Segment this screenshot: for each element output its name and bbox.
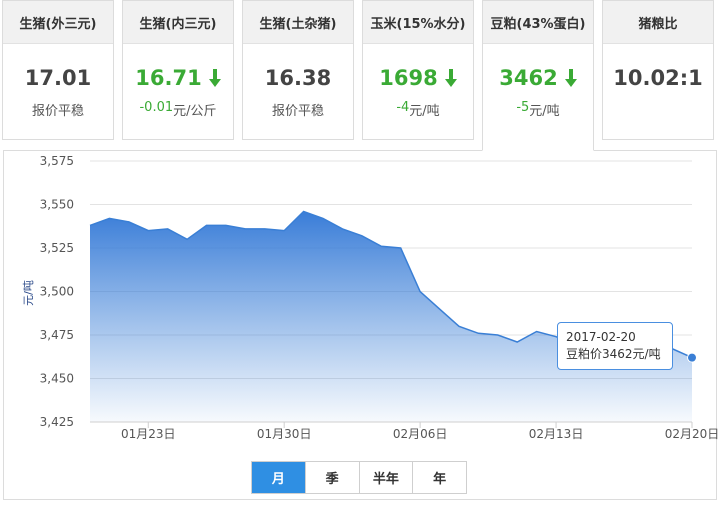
y-axis-label: 元/吨 xyxy=(22,280,35,306)
x-tick-label: 01月30日 xyxy=(257,427,312,441)
tooltip-value: 豆粕价3462元/吨 xyxy=(566,347,661,361)
y-tick-label: 3,475 xyxy=(40,328,74,342)
card-value: 3462 xyxy=(483,64,593,92)
x-tick-label: 02月13日 xyxy=(529,427,584,441)
card-subtext: -5 元/吨 xyxy=(516,100,560,119)
card-title: 豆粕(43%蛋白) xyxy=(483,1,593,44)
range-quarter-button[interactable]: 季 xyxy=(304,462,359,493)
card-soybean-meal[interactable]: 豆粕(43%蛋白) 3462 -5 元/吨 xyxy=(482,0,594,151)
points xyxy=(687,352,697,363)
range-halfyear-button[interactable]: 半年 xyxy=(358,462,413,493)
card-value: 16.71 xyxy=(123,64,233,92)
card-title: 生猪(外三元) xyxy=(3,1,113,44)
y-tick-label: 3,525 xyxy=(40,241,74,255)
card-subtext: -4 元/吨 xyxy=(396,100,440,119)
card-value: 17.01 xyxy=(24,66,92,90)
y-tick-label: 3,500 xyxy=(40,285,74,299)
card-pig-foreign[interactable]: 生猪(外三元) 17.01 报价平稳 xyxy=(2,0,114,140)
card-pig-grain-ratio[interactable]: 猪粮比 10.02:1 xyxy=(602,0,714,140)
range-month-button[interactable]: 月 xyxy=(252,462,305,493)
card-subtext: 报价平稳 xyxy=(271,104,324,119)
card-value: 10.02:1 xyxy=(613,66,703,90)
card-title: 生猪(内三元) xyxy=(123,1,233,44)
y-tick-label: 3,425 xyxy=(40,415,74,429)
y-tick-label: 3,575 xyxy=(40,154,74,168)
series-area xyxy=(89,210,693,422)
card-subtext: 报价平稳 xyxy=(31,104,84,119)
series-area-fill xyxy=(90,211,692,422)
card-title: 猪粮比 xyxy=(603,1,713,44)
y-tick-label: 3,450 xyxy=(40,372,74,386)
card-corn[interactable]: 玉米(15%水分) 1698 -4 元/吨 xyxy=(362,0,474,140)
card-pig-native[interactable]: 生猪(土杂猪) 16.38 报价平稳 xyxy=(242,0,354,140)
y-axis: 3,575 3,550 3,525 3,500 3,475 3,450 3,425 xyxy=(40,154,74,429)
y-tick-label: 3,550 xyxy=(40,198,74,212)
down-arrow-icon xyxy=(208,69,221,87)
x-tick-label: 02月20日 xyxy=(665,427,718,441)
x-tick-label: 02月06日 xyxy=(393,427,448,441)
card-pig-domestic[interactable]: 生猪(内三元) 16.71 -0.01 元/公斤 xyxy=(122,0,234,140)
card-value: 16.38 xyxy=(264,66,332,90)
range-year-button[interactable]: 年 xyxy=(412,462,466,493)
card-value: 1698 xyxy=(363,64,473,92)
card-title: 玉米(15%水分) xyxy=(363,1,473,44)
card-subtext: -0.01 元/公斤 xyxy=(139,100,217,119)
x-tick-label: 01月23日 xyxy=(121,427,176,441)
chart-tooltip: 2017-02-20 豆粕价3462元/吨 xyxy=(557,322,673,370)
highlight-point[interactable] xyxy=(687,352,697,363)
down-arrow-icon xyxy=(444,69,457,87)
price-cards: 生猪(外三元) 17.01 报价平稳 生猪(内三元) 16.71 -0.01 元/… xyxy=(0,0,720,151)
down-arrow-icon xyxy=(564,69,577,87)
x-axis: 01月23日 01月30日 02月06日 02月13日 02月20日 xyxy=(90,421,718,441)
card-change: -5 xyxy=(516,100,530,115)
card-change: -4 xyxy=(396,100,410,115)
card-change: -0.01 xyxy=(139,100,174,115)
range-selector: 月 季 半年 年 xyxy=(251,461,467,494)
card-title: 生猪(土杂猪) xyxy=(243,1,353,44)
tooltip-date: 2017-02-20 xyxy=(566,330,636,344)
